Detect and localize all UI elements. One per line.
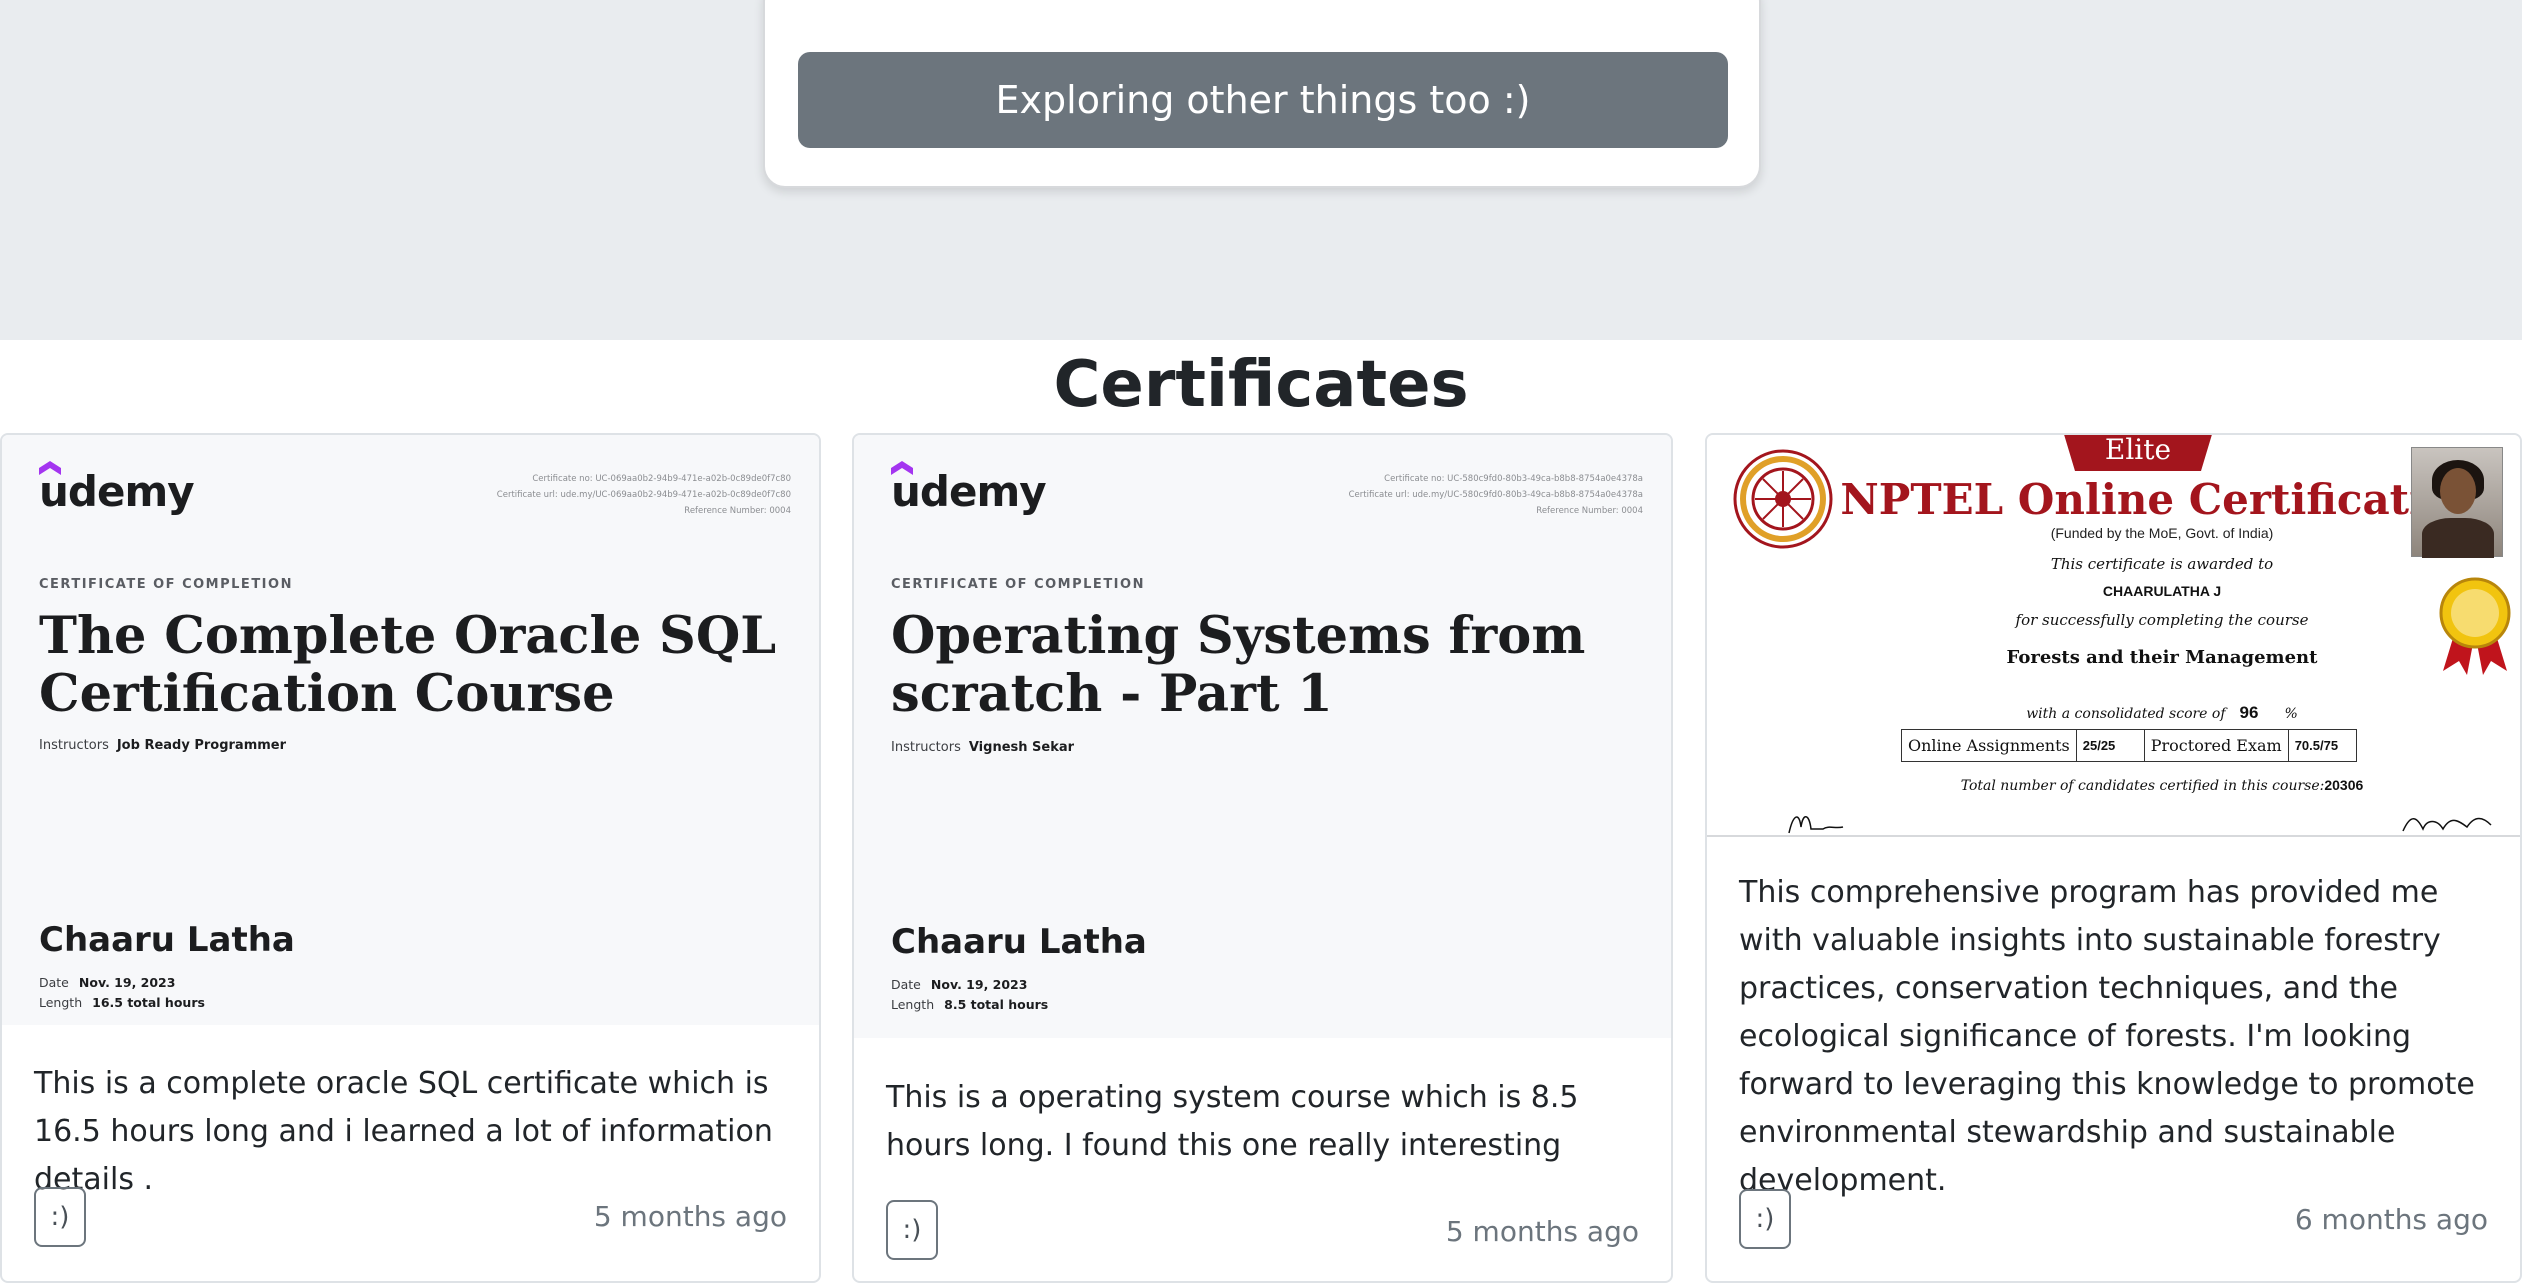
exam-label: Proctored Exam [2143, 729, 2289, 762]
section-title: Certificates [1053, 348, 1469, 422]
photo-body [2422, 518, 2494, 558]
signature-right [2402, 817, 2492, 832]
logo-text: udemy [891, 467, 1047, 516]
certificate-card: udemy Certificate no: UC-069aa0b2-94b9-4… [0, 433, 821, 1283]
assignments-value: 25/25 [2075, 729, 2145, 762]
certificate-card: Elite NPTEL Online Certification (Funded… [1705, 433, 2522, 1283]
certificate-card: udemy Certificate no: UC-580c9fd0-80b3-4… [852, 433, 1673, 1283]
udemy-hat-icon [39, 461, 61, 475]
percent-sign: % [2284, 706, 2298, 722]
date-value: Nov. 19, 2023 [930, 977, 1028, 992]
cert-number: Certificate no: UC-069aa0b2-94b9-471e-a0… [532, 474, 791, 484]
course-title: The Complete Oracle SQL Certification Co… [39, 606, 777, 724]
cert-reference: Reference Number: 0004 [684, 506, 791, 516]
udemy-hat-icon [891, 461, 913, 475]
awarded-text: This certificate is awarded to [2050, 555, 2274, 573]
udemy-logo: udemy [39, 461, 195, 516]
date-label: Date [39, 975, 69, 990]
course-title: Operating Systems from scratch - Part 1 [891, 606, 1586, 724]
timestamp: 5 months ago [1445, 1215, 1639, 1248]
certificate-meta: Certificate no: UC-580c9fd0-80b3-49ca-b8… [1349, 471, 1643, 519]
assignments-label: Online Assignments [1901, 729, 2077, 762]
instructor-name: Job Ready Programmer [116, 738, 287, 753]
course-name: Forests and their Management [2006, 647, 2318, 668]
intro-card: Exploring other things too :) [763, 0, 1761, 188]
length-value: 8.5 total hours [944, 997, 1049, 1012]
card-description: This is a operating system course which … [886, 1080, 1579, 1163]
cert-number: Certificate no: UC-580c9fd0-80b3-49ca-b8… [1384, 474, 1643, 484]
card-description: This is a complete oracle SQL certificat… [34, 1066, 773, 1197]
cert-url: Certificate url: ude.my/UC-580c9fd0-80b3… [1348, 490, 1643, 500]
timestamp: 6 months ago [2294, 1203, 2488, 1236]
total-label: Total number of candidates certified in … [1960, 778, 2325, 794]
awardee-name: CHAARULATHA J [2102, 583, 2222, 599]
signature-left [1788, 816, 1844, 834]
success-text: for successfully completing the course [2015, 611, 2309, 629]
nptel-title: NPTEL Online Certification [1840, 475, 2484, 524]
score-table: Online Assignments 25/25 Proctored Exam … [1901, 729, 2357, 762]
length-line: Length 16.5 total hours [39, 995, 205, 1010]
certificate-image[interactable]: udemy Certificate no: UC-580c9fd0-80b3-4… [854, 435, 1671, 1038]
exam-value: 70.5/75 [2287, 729, 2357, 762]
student-name: Chaaru Latha [891, 922, 1147, 962]
date-line: Date Nov. 19, 2023 [39, 975, 175, 990]
student-name: Chaaru Latha [39, 920, 295, 960]
instructor-name: Vignesh Sekar [968, 740, 1075, 755]
total-value: 20306 [2324, 777, 2364, 793]
date-value: Nov. 19, 2023 [78, 975, 176, 990]
certificate-meta: Certificate no: UC-069aa0b2-94b9-471e-a0… [497, 471, 791, 519]
date-label: Date [891, 977, 921, 992]
score-label: with a consolidated score of [2026, 706, 2226, 722]
cert-url: Certificate url: ude.my/UC-069aa0b2-94b9… [496, 490, 791, 500]
cert-reference: Reference Number: 0004 [1536, 506, 1643, 516]
elite-badge: Elite [2063, 435, 2213, 471]
smile-button[interactable]: :) [886, 1200, 938, 1260]
length-line: Length 8.5 total hours [891, 997, 1048, 1012]
instructors-label: Instructors [39, 738, 109, 753]
smile-button[interactable]: :) [1739, 1189, 1791, 1249]
exploring-button[interactable]: Exploring other things too :) [798, 52, 1728, 148]
student-photo [2411, 447, 2503, 558]
date-line: Date Nov. 19, 2023 [891, 977, 1027, 992]
instructors-label: Instructors [891, 740, 961, 755]
score-line: with a consolidated score of 96% [1812, 703, 2512, 723]
instructors-line: Instructors Job Ready Programmer [39, 738, 286, 753]
length-label: Length [39, 995, 83, 1010]
smile-button[interactable]: :) [34, 1187, 86, 1247]
logo-text: udemy [39, 467, 195, 516]
certificate-image[interactable]: udemy Certificate no: UC-069aa0b2-94b9-4… [2, 435, 819, 1025]
top-section: Exploring other things too :) [0, 0, 2522, 340]
length-label: Length [891, 997, 935, 1012]
total-line: Total number of candidates certified in … [1812, 777, 2512, 794]
photo-face [2440, 468, 2476, 514]
card-description: This comprehensive program has provided … [1739, 875, 2475, 1198]
completion-label: CERTIFICATE OF COMPLETION [891, 577, 1145, 592]
timestamp: 5 months ago [593, 1200, 787, 1233]
instructors-line: Instructors Vignesh Sekar [891, 740, 1074, 755]
certificate-image[interactable]: Elite NPTEL Online Certification (Funded… [1707, 435, 2520, 837]
funded-by: (Funded by the MoE, Govt. of India) [2050, 525, 2274, 541]
udemy-logo: udemy [891, 461, 1047, 516]
completion-label: CERTIFICATE OF COMPLETION [39, 577, 293, 592]
score-value: 96 [2239, 703, 2259, 722]
length-value: 16.5 total hours [92, 995, 205, 1010]
